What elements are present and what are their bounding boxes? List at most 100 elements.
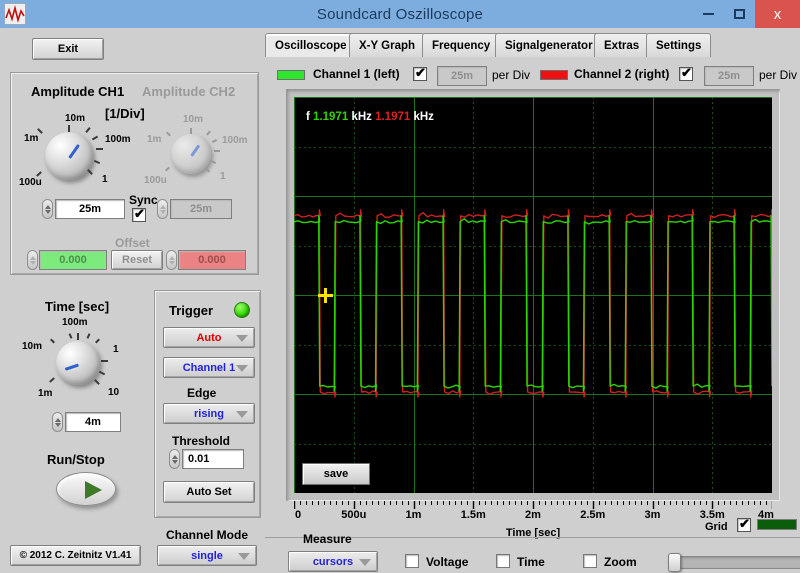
chevron-down-icon <box>236 364 248 372</box>
scope-display-frame: f 1.1971 kHz 1.1971 kHz save <box>286 89 780 501</box>
amp-ch1-tick-1: 1 <box>102 174 108 185</box>
auto-set-button[interactable]: Auto Set <box>163 481 255 503</box>
chevron-down-icon <box>238 552 250 560</box>
threshold-spinner[interactable] <box>169 449 180 469</box>
frequency-readout: f 1.1971 kHz 1.1971 kHz <box>306 111 434 123</box>
waveform-canvas <box>294 97 772 493</box>
tab-settings[interactable]: Settings <box>646 33 712 57</box>
maximize-button[interactable] <box>724 0 755 28</box>
amplitude-ch2-spinner[interactable] <box>157 199 168 219</box>
time-measure-label: Time <box>517 555 545 569</box>
amplitude-ch1-spinner[interactable] <box>42 199 53 219</box>
channel1-per-div-value[interactable]: 25m <box>437 66 487 86</box>
amplitude-panel: Amplitude CH1 Amplitude CH2 [1/Div] 10m … <box>10 72 259 275</box>
channel2-per-div-label: per Div <box>759 68 798 82</box>
measure-label: Measure <box>303 532 352 546</box>
sync-checkbox[interactable] <box>132 206 146 222</box>
trigger-threshold-label: Threshold <box>172 434 231 448</box>
x-tick-label: 3.5m <box>699 509 725 521</box>
time-panel-title: Time [sec] <box>45 299 110 314</box>
chevron-down-icon <box>359 558 371 566</box>
trigger-source-dropdown[interactable]: Channel 1 <box>163 357 255 378</box>
time-tick-10m: 10m <box>22 341 43 352</box>
trigger-panel: Trigger Auto Channel 1 Edge rising Thres… <box>154 290 261 518</box>
trigger-mode-dropdown[interactable]: Auto <box>163 327 255 348</box>
offset-ch2-value[interactable]: 0.000 <box>178 250 246 270</box>
measure-bar: Measure cursors Voltage Time Zoom <box>265 532 800 573</box>
amp-ch1-tick-10m: 10m <box>65 113 86 124</box>
chevron-down-icon <box>236 334 248 342</box>
exit-button[interactable]: Exit <box>32 38 104 60</box>
amp-ch2-tick-100m: 100m <box>222 135 248 146</box>
channel2-label: Channel 2 (right) <box>574 67 670 81</box>
application-window: Soundcard Oszilloscope x Exit Amplitude … <box>0 0 800 573</box>
amp-ch1-tick-100m: 100m <box>105 134 131 145</box>
ch1-freq-unit: kHz <box>351 111 372 123</box>
offset-ch1-value[interactable]: 0.000 <box>39 250 107 270</box>
tab-frequency[interactable]: Frequency <box>422 33 501 57</box>
save-button[interactable]: save <box>302 463 370 485</box>
tab-extras[interactable]: Extras <box>594 33 650 57</box>
voltage-label: Voltage <box>426 555 469 569</box>
amplitude-ch2-value[interactable]: 25m <box>170 199 232 219</box>
amp-ch1-tick-100u: 100u <box>19 177 42 188</box>
trigger-edge-label: Edge <box>187 386 217 400</box>
offset-ch1-spinner[interactable] <box>27 250 38 270</box>
ch2-freq-unit: kHz <box>413 111 434 123</box>
amplitude-ch1-title: Amplitude CH1 <box>31 84 125 99</box>
x-tick-label: 1.5m <box>460 509 486 521</box>
measure-dropdown[interactable]: cursors <box>288 551 378 572</box>
scope-plot[interactable]: f 1.1971 kHz 1.1971 kHz save <box>294 97 772 493</box>
x-tick-label: 0 <box>294 509 302 521</box>
tab-oscilloscope[interactable]: Oscilloscope <box>265 33 357 57</box>
zoom-checkbox[interactable] <box>583 554 597 568</box>
offset-ch2-spinner[interactable] <box>166 250 177 270</box>
time-value-spinner[interactable] <box>52 412 63 432</box>
channel1-label: Channel 1 (left) <box>313 67 400 81</box>
time-checkbox[interactable] <box>496 554 510 568</box>
channel1-enable-checkbox[interactable] <box>413 65 427 81</box>
x-tick-label: 1m <box>405 509 422 521</box>
trigger-led <box>234 302 250 318</box>
run-stop-button[interactable] <box>56 472 116 506</box>
zoom-slider-thumb[interactable] <box>668 553 681 572</box>
time-knob[interactable] <box>56 341 100 385</box>
tab-xy-graph[interactable]: X-Y Graph <box>349 33 426 57</box>
time-tick-1: 1 <box>113 344 119 355</box>
title-bar: Soundcard Oszilloscope x <box>0 0 800 28</box>
amplitude-ch1-value[interactable]: 25m <box>55 199 125 219</box>
amplitude-ch1-knob[interactable] <box>45 132 93 180</box>
trigger-mode-value: Auto <box>196 331 222 344</box>
amplitude-ch2-title: Amplitude CH2 <box>142 84 236 99</box>
x-tick-label: 500u <box>341 509 367 521</box>
channel2-per-div-value[interactable]: 25m <box>704 66 754 86</box>
grid-label: Grid <box>705 521 728 533</box>
channel2-enable-checkbox[interactable] <box>679 65 693 81</box>
channel-mode-label: Channel Mode <box>166 528 249 542</box>
x-tick-label: 2m <box>525 509 541 521</box>
voltage-checkbox[interactable] <box>405 554 419 568</box>
time-tick-10: 10 <box>108 387 120 398</box>
channel-mode-dropdown[interactable]: single <box>157 545 257 566</box>
measure-cursor-marker[interactable] <box>318 288 334 303</box>
channel1-color-swatch <box>277 70 305 80</box>
grid-color-swatch[interactable] <box>757 519 797 530</box>
close-button[interactable]: x <box>755 0 800 28</box>
zoom-slider-track[interactable] <box>668 556 800 569</box>
amplitude-unit-label: [1/Div] <box>105 106 145 121</box>
sync-label: Sync <box>129 193 158 207</box>
trigger-edge-dropdown[interactable]: rising <box>163 403 255 424</box>
tab-signalgenerator[interactable]: Signalgenerator <box>495 33 603 57</box>
amp-ch2-tick-100u: 100u <box>144 175 167 186</box>
minimize-button[interactable] <box>693 0 724 28</box>
copyright-button[interactable]: © 2012 C. Zeitnitz V1.41 <box>10 545 141 566</box>
trigger-threshold-value[interactable]: 0.01 <box>182 449 244 469</box>
zoom-label: Zoom <box>604 555 637 569</box>
tab-bar: Oscilloscope X-Y Graph Frequency Signalg… <box>265 33 800 57</box>
channel-mode-value: single <box>191 549 223 562</box>
offset-reset-button[interactable]: Reset <box>111 250 163 270</box>
x-tick-label: 2.5m <box>580 509 606 521</box>
time-value[interactable]: 4m <box>65 412 121 432</box>
grid-checkbox[interactable] <box>737 516 751 532</box>
trigger-title: Trigger <box>169 303 214 318</box>
